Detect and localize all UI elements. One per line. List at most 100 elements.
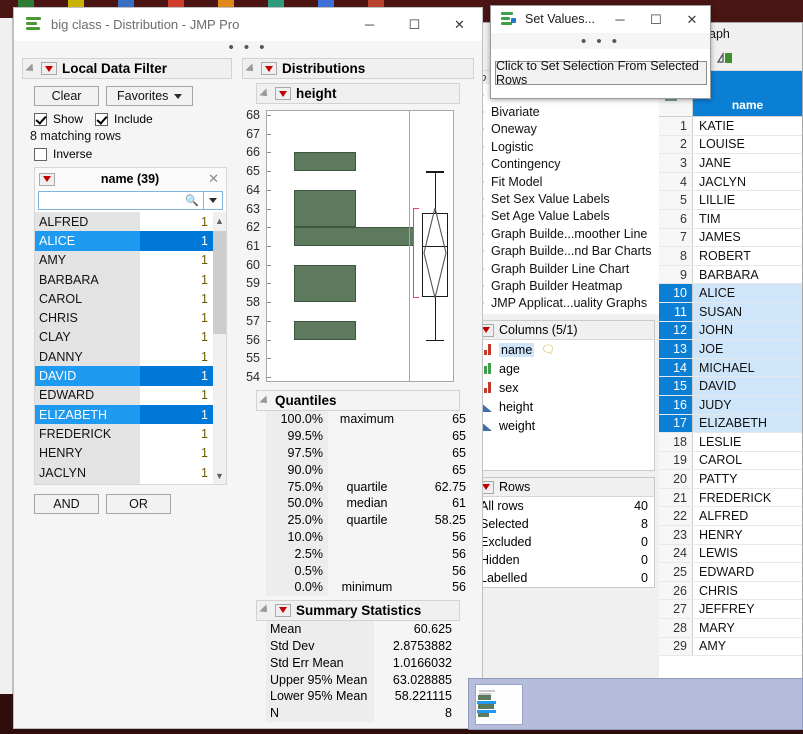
script-item[interactable]: Set Age Value Labels: [469, 208, 659, 225]
filter-dropdown-button[interactable]: [204, 191, 223, 210]
table-row[interactable]: 4JACLYN: [659, 173, 802, 192]
row-number[interactable]: 5: [659, 191, 693, 209]
filter-value-row[interactable]: HENRY1: [35, 444, 213, 463]
set-values-close-button[interactable]: ✕: [674, 6, 710, 33]
table-row[interactable]: 25EDWARD: [659, 563, 802, 582]
row-name-cell[interactable]: JEFFREY: [693, 600, 802, 618]
column-item[interactable]: height: [474, 397, 654, 416]
table-row[interactable]: 13JOE: [659, 340, 802, 359]
row-number[interactable]: 12: [659, 322, 693, 340]
row-number[interactable]: 14: [659, 359, 693, 377]
row-number[interactable]: 13: [659, 340, 693, 358]
column-item[interactable]: weight: [474, 416, 654, 435]
filter-value-row[interactable]: DAVID1: [35, 366, 213, 385]
filter-value-row[interactable]: ALFRED1: [35, 212, 213, 231]
column-item[interactable]: sex: [474, 378, 654, 397]
columns-panel-header[interactable]: Columns (5/1): [474, 321, 654, 340]
row-number[interactable]: 26: [659, 582, 693, 600]
row-name-cell[interactable]: LILLIE: [693, 191, 802, 209]
script-item[interactable]: Bivariate: [469, 103, 659, 120]
row-name-cell[interactable]: JUDY: [693, 396, 802, 414]
row-name-cell[interactable]: ELIZABETH: [693, 415, 802, 433]
row-number[interactable]: 1: [659, 117, 693, 135]
row-number[interactable]: 18: [659, 433, 693, 451]
filter-menu-icon[interactable]: [41, 62, 57, 75]
table-row[interactable]: 18LESLIE: [659, 433, 802, 452]
filter-value-row[interactable]: FREDERICK1: [35, 424, 213, 443]
row-number[interactable]: 10: [659, 284, 693, 302]
row-name-cell[interactable]: JANE: [693, 154, 802, 172]
distribution-icon[interactable]: [717, 50, 734, 66]
table-row[interactable]: 14MICHAEL: [659, 359, 802, 378]
row-number[interactable]: 29: [659, 638, 693, 656]
variable-menu-icon[interactable]: [275, 87, 291, 100]
table-row[interactable]: 6TIM: [659, 210, 802, 229]
include-checkbox[interactable]: [95, 113, 108, 126]
filter-value-row[interactable]: DANNY1: [35, 347, 213, 366]
row-name-cell[interactable]: ALFRED: [693, 507, 802, 525]
scroll-down-icon[interactable]: ▼: [213, 467, 226, 484]
data-grid[interactable]: name 1KATIE2LOUISE3JANE4JACLYN5LILLIE6TI…: [659, 71, 802, 681]
row-name-cell[interactable]: DAVID: [693, 377, 802, 395]
filter-value-row[interactable]: ELIZABETH1: [35, 405, 213, 424]
distributions-menu-icon[interactable]: [261, 62, 277, 75]
set-selection-button[interactable]: Click to Set Selection From Selected Row…: [495, 61, 707, 85]
row-name-cell[interactable]: CAROL: [693, 452, 802, 470]
row-name-cell[interactable]: EDWARD: [693, 563, 802, 581]
row-name-cell[interactable]: JOE: [693, 340, 802, 358]
jmp-window-thumbnail[interactable]: [475, 684, 523, 725]
filter-value-row[interactable]: EDWARD1: [35, 386, 213, 405]
rows-panel-header[interactable]: Rows: [474, 478, 654, 497]
row-name-cell[interactable]: AMY: [693, 638, 802, 656]
favorites-button[interactable]: Favorites: [106, 86, 193, 106]
clear-button[interactable]: Clear: [34, 86, 99, 106]
table-row[interactable]: 15DAVID: [659, 377, 802, 396]
table-row[interactable]: 27JEFFREY: [659, 600, 802, 619]
set-values-dialog[interactable]: Set Values... ─ ☐ ✕ • • • Click to Set S…: [490, 5, 711, 99]
or-button[interactable]: OR: [106, 494, 171, 514]
row-name-cell[interactable]: FREDERICK: [693, 489, 802, 507]
distributions-header[interactable]: Distributions: [242, 58, 474, 79]
filter-value-row[interactable]: ALICE1: [35, 231, 213, 250]
script-item[interactable]: Set Sex Value Labels: [469, 190, 659, 207]
row-name-cell[interactable]: LOUISE: [693, 136, 802, 154]
column-note-icon[interactable]: 🗨: [541, 343, 555, 356]
set-values-titlebar[interactable]: Set Values... ─ ☐ ✕: [491, 6, 710, 33]
distribution-report-window[interactable]: big class - Distribution - JMP Pro ─ ☐ ✕…: [13, 7, 483, 729]
filter-value-row[interactable]: JAMES1: [35, 482, 213, 484]
disclosure-triangle-icon[interactable]: [259, 395, 270, 406]
row-number[interactable]: 25: [659, 563, 693, 581]
table-row[interactable]: 12JOHN: [659, 322, 802, 341]
set-values-grip[interactable]: • • •: [491, 33, 710, 49]
row-name-cell[interactable]: TIM: [693, 210, 802, 228]
row-number[interactable]: 3: [659, 154, 693, 172]
row-number[interactable]: 27: [659, 600, 693, 618]
data-table-window[interactable]: nalyze Graph yx Lo DistributionBivariate…: [468, 22, 803, 682]
table-row[interactable]: 28MARY: [659, 619, 802, 638]
row-name-cell[interactable]: BARBARA: [693, 266, 802, 284]
taskbar-thumbnail-strip[interactable]: [468, 678, 803, 730]
row-name-cell[interactable]: MICHAEL: [693, 359, 802, 377]
inverse-checkbox[interactable]: [34, 148, 47, 161]
row-number[interactable]: 2: [659, 136, 693, 154]
table-row[interactable]: 11SUSAN: [659, 303, 802, 322]
row-number[interactable]: 6: [659, 210, 693, 228]
script-item[interactable]: Graph Builder Heatmap: [469, 277, 659, 294]
row-name-cell[interactable]: SUSAN: [693, 303, 802, 321]
disclosure-triangle-icon[interactable]: [259, 605, 270, 616]
table-row[interactable]: 29AMY: [659, 638, 802, 657]
row-number[interactable]: 16: [659, 396, 693, 414]
table-row[interactable]: 24LEWIS: [659, 545, 802, 564]
table-row[interactable]: 1KATIE: [659, 117, 802, 136]
row-number[interactable]: 21: [659, 489, 693, 507]
table-row[interactable]: 7JAMES: [659, 229, 802, 248]
row-name-cell[interactable]: JOHN: [693, 322, 802, 340]
columns-list[interactable]: name🗨agesexheightweight: [474, 340, 654, 470]
row-name-cell[interactable]: CHRIS: [693, 582, 802, 600]
background-window-strip[interactable]: [0, 18, 13, 694]
toolbar-grip[interactable]: • • •: [14, 41, 482, 55]
row-number[interactable]: 7: [659, 229, 693, 247]
filter-value-row[interactable]: CHRIS1: [35, 308, 213, 327]
histogram-bar[interactable]: [294, 227, 414, 246]
table-row[interactable]: 21FREDERICK: [659, 489, 802, 508]
